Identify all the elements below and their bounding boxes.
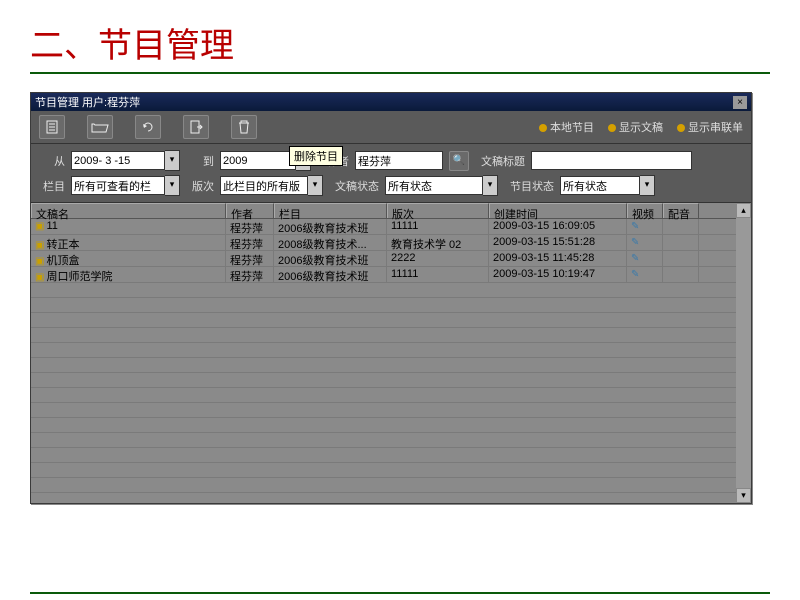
- title-label: 文稿标题: [475, 153, 525, 169]
- toolbar: 本地节目 显示文稿 显示串联单: [31, 111, 751, 144]
- docstatus-label: 文稿状态: [329, 178, 379, 194]
- dropdown-icon[interactable]: ▾: [640, 175, 655, 196]
- slide: 二、节目管理 节目管理 用户:程芬萍 × 本地节目 显示文稿 显示串联单 从 ▾…: [0, 0, 800, 600]
- export-button[interactable]: [183, 115, 209, 139]
- table-row[interactable]: ▣11程芬萍2006级教育技术班111112009-03-15 16:09:05…: [31, 219, 751, 235]
- titlebar: 节目管理 用户:程芬萍 ×: [31, 93, 751, 111]
- radio-dot-icon: [539, 124, 547, 132]
- docstatus-select[interactable]: ▾: [385, 175, 498, 196]
- grid-wrap: 文稿名 作者 栏目 版次 创建时间 视频 配音 ▣11程芬萍2006级教育技术班…: [31, 203, 751, 503]
- progstatus-label: 节目状态: [504, 178, 554, 194]
- folder-icon: [91, 120, 109, 134]
- edition-label: 版次: [186, 178, 214, 194]
- folder-icon: ▣: [35, 240, 44, 250]
- col-audio[interactable]: 配音: [663, 203, 699, 218]
- slide-title: 二、节目管理: [30, 18, 234, 67]
- folder-icon: ▣: [35, 221, 44, 232]
- table-row[interactable]: ▣转正本程芬萍2008级教育技术...教育技术学 022009-03-15 15…: [31, 235, 751, 251]
- search-button[interactable]: 🔍: [449, 151, 469, 171]
- column-label: 栏目: [37, 178, 65, 194]
- open-button[interactable]: [87, 115, 113, 139]
- app-window: 节目管理 用户:程芬萍 × 本地节目 显示文稿 显示串联单 从 ▾ 到 ▾ 作者: [30, 92, 752, 504]
- grid-header: 文稿名 作者 栏目 版次 创建时间 视频 配音: [31, 203, 751, 219]
- close-icon[interactable]: ×: [733, 96, 747, 109]
- folder-icon: ▣: [35, 272, 44, 282]
- dropdown-icon[interactable]: ▾: [165, 150, 180, 171]
- vertical-scrollbar[interactable]: ▴ ▾: [736, 203, 751, 503]
- edition-select[interactable]: ▾: [220, 175, 323, 196]
- document-icon: [44, 120, 60, 134]
- scroll-up-icon[interactable]: ▴: [736, 203, 751, 218]
- trash-icon: [236, 119, 252, 135]
- delete-button[interactable]: [231, 115, 257, 139]
- pencil-icon: ✎: [631, 269, 639, 280]
- col-video[interactable]: 视频: [627, 203, 663, 218]
- from-date-input[interactable]: ▾: [71, 150, 180, 171]
- radio-local[interactable]: 本地节目: [539, 119, 594, 135]
- folder-icon: ▣: [35, 256, 44, 266]
- refresh-button[interactable]: [135, 115, 161, 139]
- dropdown-icon[interactable]: ▾: [165, 175, 180, 196]
- divider-bottom: [30, 592, 770, 594]
- col-time[interactable]: 创建时间: [489, 203, 627, 218]
- col-name[interactable]: 文稿名: [31, 203, 226, 218]
- search-icon: 🔍: [453, 155, 465, 166]
- pencil-icon: ✎: [631, 237, 639, 248]
- author-input[interactable]: [355, 151, 443, 170]
- dropdown-icon[interactable]: ▾: [483, 175, 498, 196]
- col-column[interactable]: 栏目: [274, 203, 387, 218]
- column-select[interactable]: ▾: [71, 175, 180, 196]
- delete-tooltip: 删除节目: [289, 146, 343, 166]
- col-author[interactable]: 作者: [226, 203, 274, 218]
- from-label: 从: [37, 153, 65, 169]
- col-edition[interactable]: 版次: [387, 203, 489, 218]
- scroll-down-icon[interactable]: ▾: [736, 488, 751, 503]
- empty-rows: [31, 283, 751, 503]
- radio-dot-icon: [608, 124, 616, 132]
- progstatus-select[interactable]: ▾: [560, 175, 655, 196]
- window-title: 节目管理 用户:程芬萍: [35, 94, 140, 110]
- filter-bar: 从 ▾ 到 ▾ 作者 🔍 文稿标题 栏目 ▾ 版次 ▾ 文稿状态 ▾ 节目状态 …: [31, 144, 751, 203]
- grid-body: ▣11程芬萍2006级教育技术班111112009-03-15 16:09:05…: [31, 219, 751, 283]
- pencil-icon: ✎: [631, 253, 639, 264]
- radio-dot-icon: [677, 124, 685, 132]
- divider-top: [30, 72, 770, 74]
- new-button[interactable]: [39, 115, 65, 139]
- table-row[interactable]: ▣机顶盒程芬萍2006级教育技术班22222009-03-15 11:45:28…: [31, 251, 751, 267]
- dropdown-icon[interactable]: ▾: [308, 175, 323, 196]
- radio-group: 本地节目 显示文稿 显示串联单: [539, 119, 743, 135]
- title-input[interactable]: [531, 151, 692, 170]
- table-row[interactable]: ▣周口师范学院程芬萍2006级教育技术班111112009-03-15 10:1…: [31, 267, 751, 283]
- radio-document[interactable]: 显示文稿: [608, 119, 663, 135]
- data-grid: 文稿名 作者 栏目 版次 创建时间 视频 配音 ▣11程芬萍2006级教育技术班…: [31, 203, 751, 503]
- radio-rundown[interactable]: 显示串联单: [677, 119, 743, 135]
- pencil-icon: ✎: [631, 221, 639, 232]
- export-icon: [188, 119, 204, 135]
- to-label: 到: [186, 153, 214, 169]
- refresh-icon: [140, 120, 156, 134]
